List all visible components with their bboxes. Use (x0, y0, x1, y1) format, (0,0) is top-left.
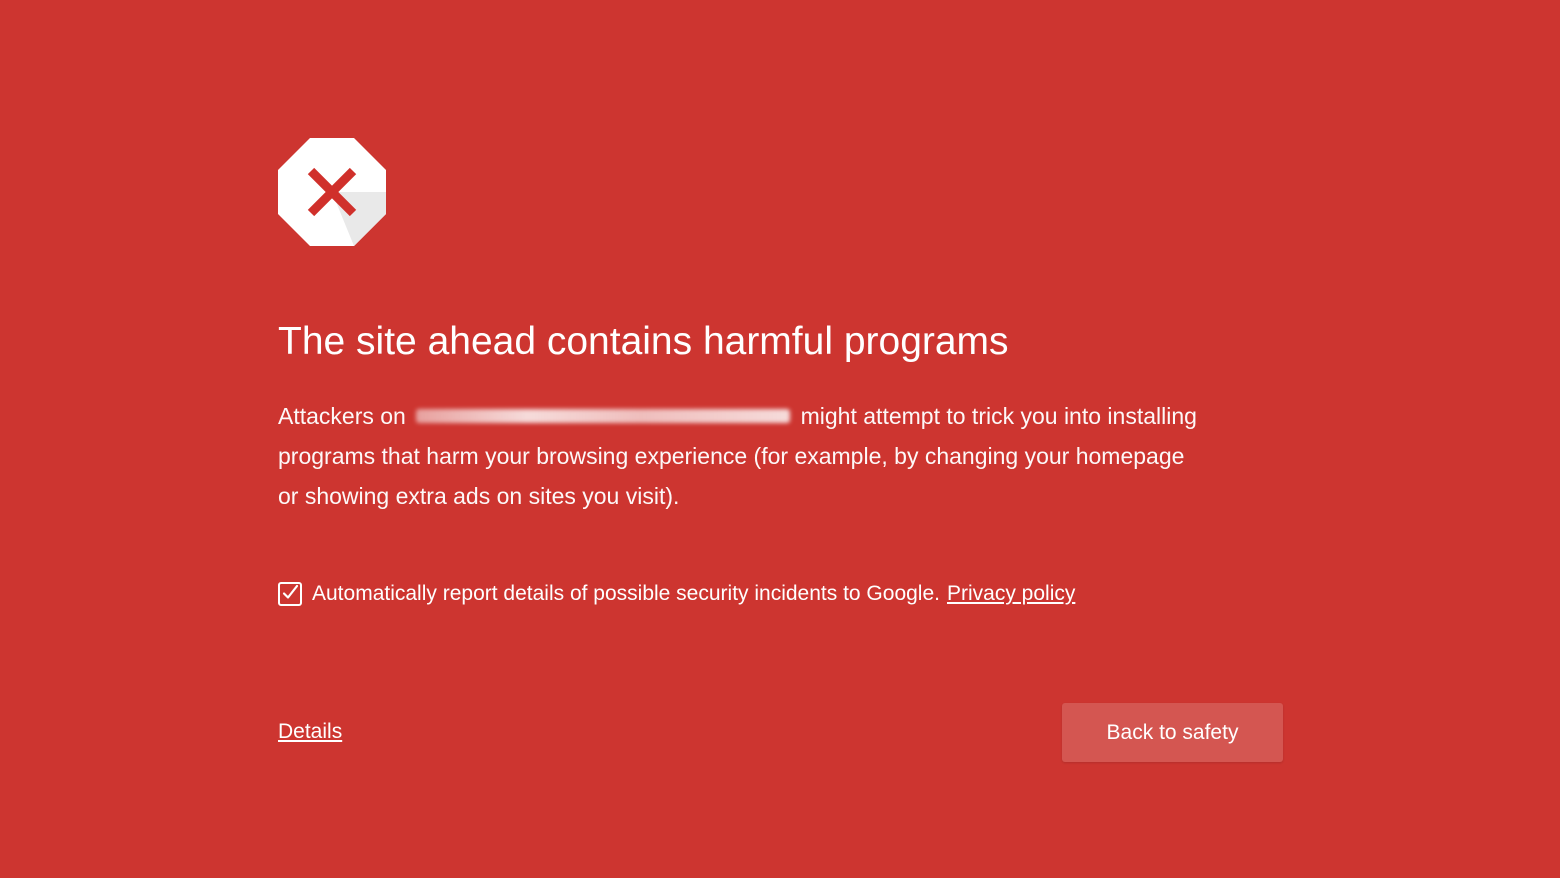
report-label: Automatically report details of possible… (312, 582, 940, 605)
description-prefix: Attackers on (278, 403, 406, 429)
privacy-policy-link[interactable]: Privacy policy (947, 582, 1075, 606)
redacted-site-name (416, 408, 791, 423)
details-link[interactable]: Details (278, 720, 342, 744)
description-line3: or showing extra ads on sites you visit)… (278, 483, 680, 509)
back-to-safety-button[interactable]: Back to safety (1062, 703, 1283, 762)
interstitial-content: The site ahead contains harmful programs… (278, 138, 1283, 762)
stop-x-icon (278, 138, 386, 246)
report-checkbox[interactable] (278, 582, 302, 606)
warning-description: Attackers on might attempt to trick you … (278, 396, 1283, 516)
checkmark-icon (282, 584, 299, 599)
description-line2: programs that harm your browsing experie… (278, 443, 1185, 469)
page-title: The site ahead contains harmful programs (278, 320, 1009, 363)
description-line1-suffix: might attempt to trick you into installi… (800, 403, 1197, 429)
security-report-option: Automatically report details of possible… (278, 582, 1075, 606)
